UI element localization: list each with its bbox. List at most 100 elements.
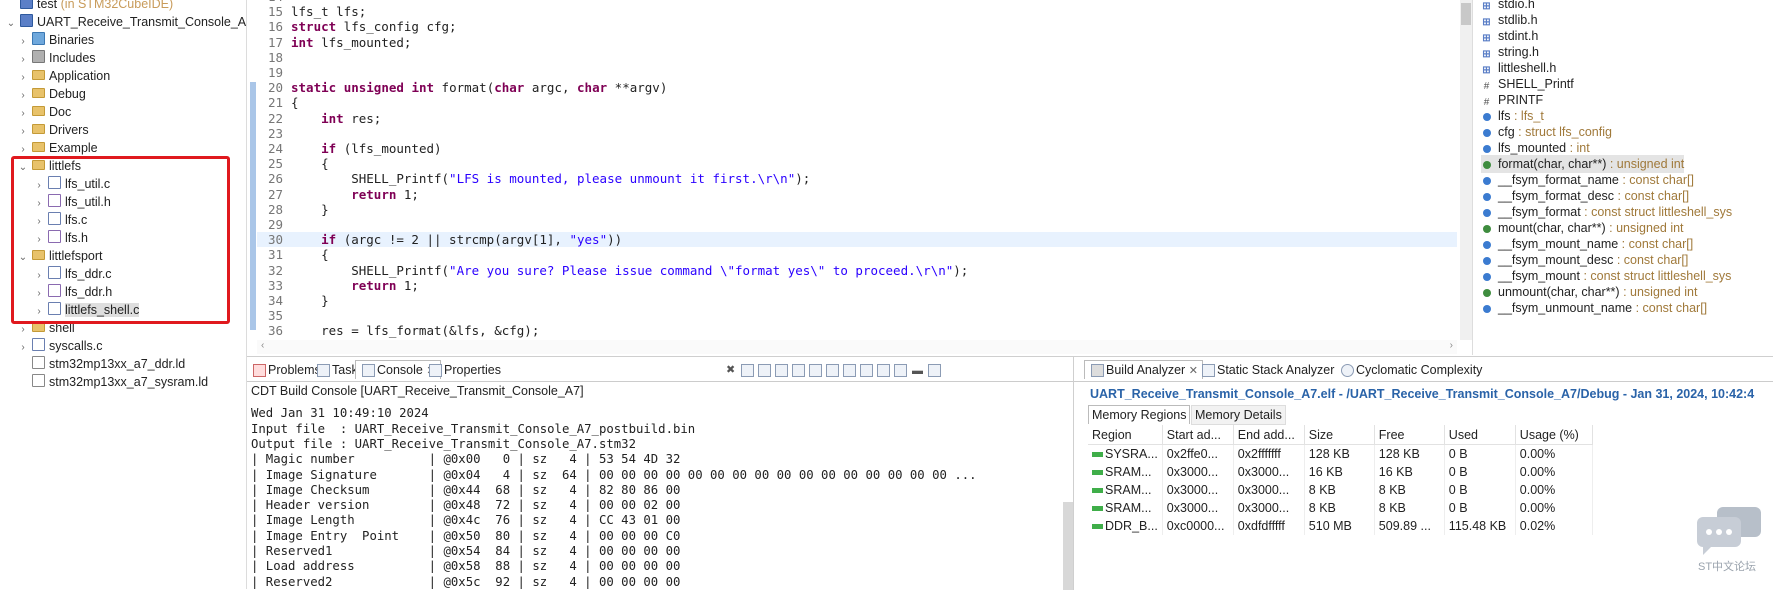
word-wrap-icon[interactable] xyxy=(775,364,788,378)
outline-item[interactable]: __fsym_unmount_name : const char[] xyxy=(1481,299,1707,317)
table-cell: 0x2fffffff xyxy=(1233,444,1305,463)
code-line[interactable]: 28 } xyxy=(257,202,1457,217)
tree-item-file-sysram-ld[interactable]: stm32mp13xx_a7_sysram.ld xyxy=(18,373,208,391)
code-line[interactable]: 17 int lfs_mounted; xyxy=(257,35,1457,50)
tree-item-folder-debug[interactable]: › Debug xyxy=(18,85,86,103)
tree-item-folder-example[interactable]: › Example xyxy=(18,139,97,157)
code-editor[interactable]: 1415lfs_t lfs;16struct lfs_config cfg;17… xyxy=(247,0,1473,355)
table-row[interactable]: SYSRA... 0x2ffe0... 0x2fffffff 128 KB 128 KB… xyxy=(1088,444,1593,463)
outline-item-type: : const struct littleshell_sys xyxy=(1579,269,1732,283)
code-line[interactable]: 36 res = lfs_format(&lfs, &cfg); xyxy=(257,323,1457,338)
pin-icon[interactable] xyxy=(758,364,771,378)
code-line[interactable]: 31 { xyxy=(257,247,1457,262)
clear-console-icon[interactable]: ✖ xyxy=(726,365,737,376)
tree-item-folder-doc[interactable]: › Doc xyxy=(18,103,71,121)
column-header[interactable]: Size xyxy=(1304,425,1375,445)
folder-icon xyxy=(32,106,45,116)
column-header[interactable]: Usage (%) xyxy=(1515,425,1593,445)
code-line[interactable]: 18 xyxy=(257,50,1457,65)
variable-icon xyxy=(1483,113,1491,121)
tree-item-project-uart[interactable]: ⌄ UART_Receive_Transmit_Console_A7 xyxy=(6,13,246,33)
code-line[interactable]: 34 } xyxy=(257,293,1457,308)
tree-item-folder-application[interactable]: › Application xyxy=(18,67,110,85)
table-cell: SRAM... xyxy=(1088,481,1163,499)
table-row[interactable]: SRAM... 0x3000... 0x3000... 16 KB 16 KB 0 B 0.… xyxy=(1088,463,1593,481)
open-console-icon[interactable] xyxy=(860,364,873,378)
tab-properties[interactable]: Properties xyxy=(427,361,501,379)
minimize-icon[interactable]: ▬ xyxy=(912,365,923,377)
editor-horizontal-scrollbar[interactable]: ‹ › xyxy=(257,340,1457,354)
tab-build-analyzer[interactable]: Build Analyzer ✕ xyxy=(1084,360,1203,379)
code-line[interactable]: 30 if (argc != 2 || strcmp(argv[1], "yes… xyxy=(257,232,1457,248)
tree-item-folder-includes[interactable]: › Includes xyxy=(18,49,96,67)
display-console-icon[interactable] xyxy=(843,364,856,378)
code-line[interactable]: 26 SHELL_Printf("LFS is mounted, please … xyxy=(257,171,1457,186)
code-line[interactable]: 20 static unsigned int format(char argc, … xyxy=(257,80,1457,95)
code-line[interactable]: 21 { xyxy=(257,95,1457,110)
column-header[interactable]: Region xyxy=(1088,425,1163,445)
tree-item-file-syscalls-c[interactable]: › syscalls.c xyxy=(18,337,102,355)
tree-item-folder-binaries[interactable]: › Binaries xyxy=(18,31,94,49)
outline-item-name: unmount(char, char**) xyxy=(1498,285,1620,299)
tab-static-stack-analyzer[interactable]: Static Stack Analyzer xyxy=(1200,361,1334,379)
code-text: return 1; xyxy=(351,277,419,293)
scroll-right-icon[interactable]: › xyxy=(1450,340,1453,351)
maximize-icon[interactable] xyxy=(928,364,941,378)
variable-icon xyxy=(1483,241,1491,249)
show-on-output-icon[interactable] xyxy=(826,364,839,378)
code-line[interactable]: 22 int res; xyxy=(257,111,1457,126)
tab-problems[interactable]: Problems xyxy=(251,361,321,379)
console-output[interactable]: Wed Jan 31 10:49:10 2024 Input file : UAR… xyxy=(247,399,1059,590)
column-header[interactable]: Used xyxy=(1444,425,1516,445)
paste-icon[interactable] xyxy=(809,364,822,378)
code-line[interactable]: 29 xyxy=(257,217,1457,232)
code-line[interactable]: 33 return 1; xyxy=(257,278,1457,293)
tree-item-file-ddr-ld[interactable]: stm32mp13xx_a7_ddr.ld xyxy=(18,355,185,373)
tree-item-project-test[interactable]: test (in STM32CubeIDE) xyxy=(6,0,173,13)
scroll-left-icon[interactable]: ‹ xyxy=(261,340,264,351)
code-line[interactable]: 24 if (lfs_mounted) xyxy=(257,141,1457,156)
tab-memory-details[interactable]: Memory Details xyxy=(1191,405,1286,425)
console-scrollbar[interactable] xyxy=(1063,502,1073,590)
chevron-down-icon[interactable]: ⌄ xyxy=(6,15,16,33)
cell-value: 8 KB xyxy=(1378,501,1406,515)
cell-value: 0 B xyxy=(1448,465,1468,479)
tab-cyclomatic-complexity[interactable]: Cyclomatic Complexity xyxy=(1339,361,1482,379)
c-file-icon xyxy=(32,338,45,351)
close-icon[interactable]: ✕ xyxy=(1189,365,1198,377)
code-text: } xyxy=(291,201,329,217)
folder-icon xyxy=(32,88,45,98)
function-icon xyxy=(1483,161,1491,169)
code-area[interactable]: 1415lfs_t lfs;16struct lfs_config cfg;17… xyxy=(257,0,1457,340)
cell-value: 0.00% xyxy=(1519,447,1556,461)
code-line[interactable]: 15 lfs_t lfs; xyxy=(257,4,1457,19)
table-row[interactable]: SRAM... 0x3000... 0x3000... 8 KB 8 KB 0 B 0.00… xyxy=(1088,481,1593,499)
column-header[interactable]: End add... xyxy=(1233,425,1305,445)
table-cell: 8 KB xyxy=(1304,499,1375,517)
cell-value: 0x2fffffff xyxy=(1237,447,1281,461)
editor-scroll-thumb[interactable] xyxy=(1461,3,1471,25)
code-line[interactable]: 16 struct lfs_config cfg; xyxy=(257,19,1457,34)
copy-icon[interactable] xyxy=(792,364,805,378)
tree-item-folder-drivers[interactable]: › Drivers xyxy=(18,121,88,139)
view-menu-icon[interactable] xyxy=(894,364,907,378)
cell-value: 128 KB xyxy=(1378,447,1420,461)
code-line[interactable]: 32 SHELL_Printf("Are you sure? Please is… xyxy=(257,263,1457,278)
variable-icon xyxy=(1483,257,1491,265)
code-line[interactable]: 19 xyxy=(257,65,1457,80)
new-console-icon[interactable] xyxy=(877,364,890,378)
table-row[interactable]: SRAM... 0x3000... 0x3000... 8 KB 8 KB 0 B 0.00… xyxy=(1088,499,1593,517)
table-row[interactable]: DDR_B... 0xc0000... 0xdfdfffff 510 MB 509.89… xyxy=(1088,517,1593,535)
tab-memory-regions[interactable]: Memory Regions xyxy=(1088,405,1191,424)
console-line: | Reserved1 | @0x54 84 | sz 4 | 00 00 00… xyxy=(251,544,681,558)
variable-icon xyxy=(1483,129,1491,137)
editor-vertical-scrollbar[interactable] xyxy=(1460,0,1472,340)
column-header[interactable]: Free xyxy=(1374,425,1445,445)
code-line[interactable]: 35 xyxy=(257,308,1457,323)
code-line[interactable]: 27 return 1; xyxy=(257,187,1457,202)
cell-value: 0.00% xyxy=(1519,483,1556,497)
column-header[interactable]: Start ad... xyxy=(1162,425,1234,445)
code-line[interactable]: 23 xyxy=(257,126,1457,141)
code-line[interactable]: 25 { xyxy=(257,156,1457,171)
scroll-lock-icon[interactable] xyxy=(741,364,754,378)
